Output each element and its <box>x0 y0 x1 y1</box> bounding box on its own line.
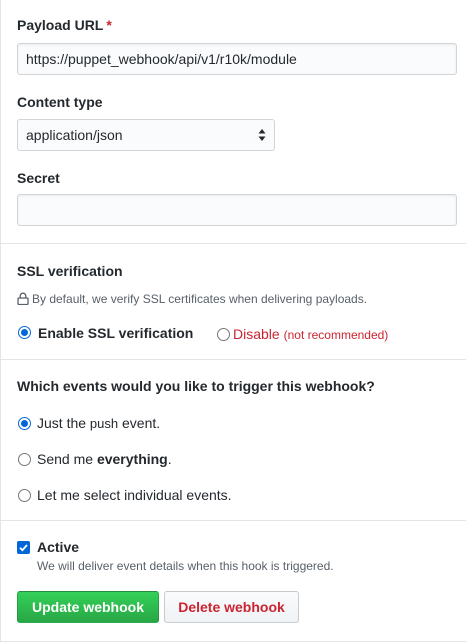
section-divider <box>1 359 466 360</box>
events-everything-label[interactable]: Send me everything. <box>37 451 172 467</box>
ssl-enable-radio[interactable] <box>18 326 31 339</box>
section-divider <box>1 243 466 244</box>
active-label[interactable]: Active <box>37 539 79 555</box>
ssl-disable-radio[interactable] <box>217 328 230 341</box>
delete-webhook-button[interactable]: Delete webhook <box>164 591 299 623</box>
events-everything-keyword: everything <box>96 451 168 467</box>
secret-label: Secret <box>17 170 60 186</box>
ssl-note-text: By default, we verify SSL certificates w… <box>32 292 368 306</box>
events-push-suffix: event. <box>118 415 161 431</box>
section-divider <box>1 520 466 521</box>
content-type-selected-value: application/json <box>26 127 123 143</box>
payload-url-label: Payload URL * <box>17 17 112 33</box>
payload-url-label-text: Payload URL <box>17 17 104 33</box>
update-webhook-button[interactable]: Update webhook <box>17 591 159 623</box>
ssl-note: By default, we verify SSL certificates w… <box>17 290 367 306</box>
required-marker: * <box>106 17 112 33</box>
events-push-radio[interactable] <box>18 417 31 430</box>
secret-input[interactable] <box>17 194 457 226</box>
ssl-disable-option[interactable]: Disable (not recommended) <box>233 326 388 342</box>
content-type-select[interactable]: application/json <box>17 119 275 151</box>
content-type-label: Content type <box>17 94 103 110</box>
events-push-prefix: Just the <box>37 415 90 431</box>
lock-icon <box>17 292 29 306</box>
checkmark-icon <box>19 544 28 552</box>
webhook-form: Payload URL* Content type application/js… <box>0 0 466 642</box>
ssl-enable-label[interactable]: Enable SSL verification <box>38 325 193 341</box>
active-checkbox[interactable] <box>17 541 30 554</box>
payload-url-input[interactable] <box>17 43 457 75</box>
events-heading: Which events would you like to trigger t… <box>17 378 375 394</box>
events-everything-suffix: . <box>167 451 172 467</box>
ssl-heading: SSL verification <box>17 263 123 279</box>
events-push-keyword: push <box>89 416 119 431</box>
active-note: We will deliver event details when this … <box>37 559 334 573</box>
select-caret-icon <box>258 129 266 141</box>
ssl-disable-label: Disable <box>233 326 280 342</box>
events-push-label[interactable]: Just the push event. <box>37 415 160 431</box>
events-everything-radio[interactable] <box>18 453 31 466</box>
events-individual-radio[interactable] <box>18 489 31 502</box>
ssl-disable-hint: (not recommended) <box>283 328 389 342</box>
events-individual-label[interactable]: Let me select individual events. <box>37 487 232 503</box>
events-everything-prefix: Send me <box>37 451 97 467</box>
